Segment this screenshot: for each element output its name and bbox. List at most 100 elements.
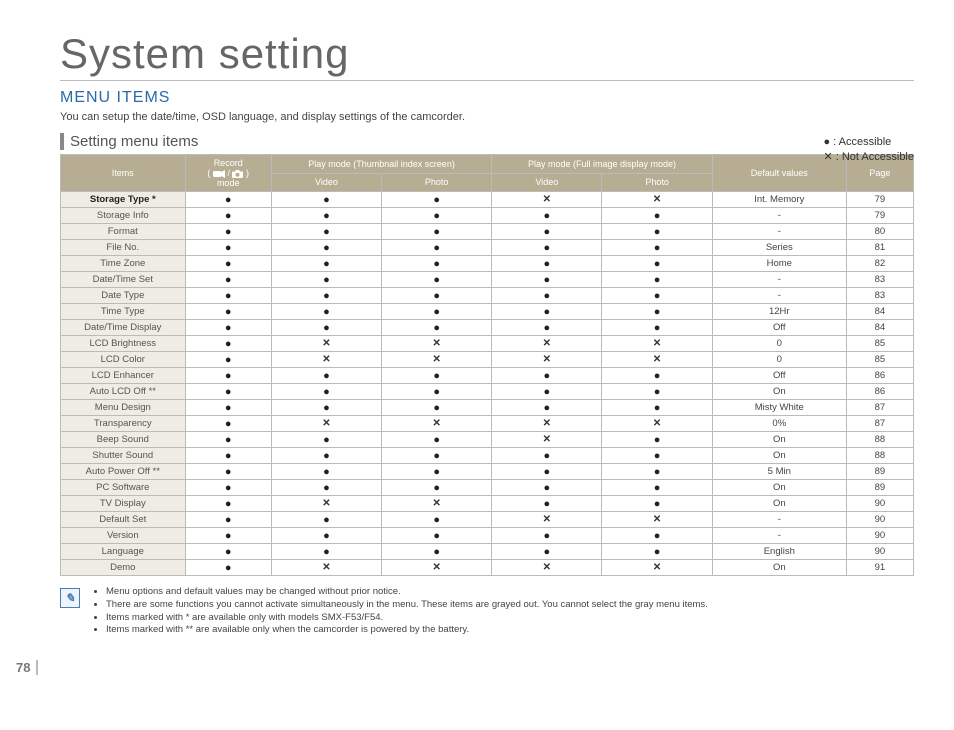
table-row: LCD Enhancer●●●●●Off86: [61, 368, 914, 384]
page-number: 78: [16, 660, 38, 675]
accessible-mark: ●: [271, 448, 381, 464]
page-ref: 83: [846, 272, 913, 288]
accessible-mark: ●: [185, 528, 271, 544]
table-row: File No.●●●●●Series81: [61, 240, 914, 256]
page-ref: 88: [846, 448, 913, 464]
th-thumb-video: Video: [271, 173, 381, 192]
table-row: PC Software●●●●●On89: [61, 480, 914, 496]
accessible-mark: ●: [492, 400, 602, 416]
accessible-mark: ●: [602, 448, 712, 464]
accessible-mark: ●: [185, 416, 271, 432]
intro-text: You can setup the date/time, OSD languag…: [60, 111, 914, 123]
accessible-mark: ●: [382, 304, 492, 320]
page-ref: 85: [846, 352, 913, 368]
accessible-mark: ●: [492, 528, 602, 544]
table-row: Date/Time Display●●●●●Off84: [61, 320, 914, 336]
accessible-mark: ●: [382, 480, 492, 496]
accessible-mark: ●: [492, 496, 602, 512]
accessible-mark: ●: [382, 288, 492, 304]
accessible-mark: ●: [382, 320, 492, 336]
page-ref: 79: [846, 208, 913, 224]
row-item-name: Time Type: [61, 304, 186, 320]
default-value: English: [712, 544, 846, 560]
accessible-mark: ●: [185, 400, 271, 416]
accessible-mark: ●: [602, 544, 712, 560]
not-accessible-mark: ✕: [271, 560, 381, 576]
not-accessible-mark: ✕: [271, 352, 381, 368]
row-item-name: LCD Enhancer: [61, 368, 186, 384]
table-row: TV Display●✕✕●●On90: [61, 496, 914, 512]
accessible-mark: ●: [602, 256, 712, 272]
legend: ● : Accessible ✕ : Not Accessible: [823, 135, 914, 166]
table-row: Time Type●●●●●12Hr84: [61, 304, 914, 320]
row-item-name: TV Display: [61, 496, 186, 512]
page-ref: 80: [846, 224, 913, 240]
page-ref: 90: [846, 512, 913, 528]
accessible-mark: ●: [271, 304, 381, 320]
not-accessible-mark: ✕: [492, 512, 602, 528]
table-row: Transparency●✕✕✕✕0%87: [61, 416, 914, 432]
table-row: Beep Sound●●●✕●On88: [61, 432, 914, 448]
th-full-video: Video: [492, 173, 602, 192]
default-value: -: [712, 224, 846, 240]
th-full-photo: Photo: [602, 173, 712, 192]
not-accessible-mark: ✕: [602, 560, 712, 576]
accessible-mark: ●: [185, 240, 271, 256]
accessible-mark: ●: [492, 448, 602, 464]
accessible-mark: ●: [185, 320, 271, 336]
th-play-thumb: Play mode (Thumbnail index screen): [271, 155, 491, 174]
row-item-name: Date/Time Display: [61, 320, 186, 336]
accessible-mark: ●: [492, 304, 602, 320]
default-value: On: [712, 496, 846, 512]
default-value: -: [712, 288, 846, 304]
table-row: Date Type●●●●●-83: [61, 288, 914, 304]
table-row: Storage Info●●●●●-79: [61, 208, 914, 224]
table-row: Demo●✕✕✕✕On91: [61, 560, 914, 576]
row-item-name: Menu Design: [61, 400, 186, 416]
table-row: Shutter Sound●●●●●On88: [61, 448, 914, 464]
accessible-mark: ●: [492, 224, 602, 240]
accessible-mark: ●: [185, 224, 271, 240]
accessible-mark: ●: [271, 320, 381, 336]
default-value: On: [712, 448, 846, 464]
not-accessible-mark: ✕: [602, 336, 712, 352]
notes-list: Menu options and default values may be c…: [90, 586, 708, 637]
section-heading: MENU ITEMS: [60, 89, 914, 107]
row-item-name: Date/Time Set: [61, 272, 186, 288]
accessible-mark: ●: [185, 192, 271, 208]
not-accessible-mark: ✕: [492, 416, 602, 432]
default-value: 0%: [712, 416, 846, 432]
accessible-mark: ●: [492, 480, 602, 496]
accessible-mark: ●: [185, 512, 271, 528]
accessible-mark: ●: [382, 208, 492, 224]
default-value: -: [712, 528, 846, 544]
not-accessible-mark: ✕: [382, 336, 492, 352]
accessible-mark: ●: [602, 304, 712, 320]
accessible-mark: ●: [492, 288, 602, 304]
accessible-mark: ●: [492, 256, 602, 272]
page-ref: 84: [846, 304, 913, 320]
table-row: Version●●●●●-90: [61, 528, 914, 544]
accessible-mark: ●: [185, 464, 271, 480]
accessible-mark: ●: [602, 208, 712, 224]
accessible-mark: ●: [271, 544, 381, 560]
row-item-name: Format: [61, 224, 186, 240]
notes-block: ✎ Menu options and default values may be…: [60, 586, 914, 637]
not-accessible-mark: ✕: [492, 352, 602, 368]
row-item-name: Version: [61, 528, 186, 544]
accessible-mark: ●: [382, 240, 492, 256]
th-thumb-photo: Photo: [382, 173, 492, 192]
accessible-mark: ●: [271, 384, 381, 400]
not-accessible-mark: ✕: [602, 352, 712, 368]
not-accessible-mark: ✕: [382, 352, 492, 368]
accessible-mark: ●: [185, 288, 271, 304]
accessible-mark: ●: [271, 208, 381, 224]
page-ref: 84: [846, 320, 913, 336]
accessible-mark: ●: [382, 368, 492, 384]
accessible-mark: ●: [271, 288, 381, 304]
row-item-name: Storage Info: [61, 208, 186, 224]
accessible-mark: ●: [602, 368, 712, 384]
accessible-mark: ●: [492, 464, 602, 480]
page-ref: 91: [846, 560, 913, 576]
default-value: -: [712, 512, 846, 528]
